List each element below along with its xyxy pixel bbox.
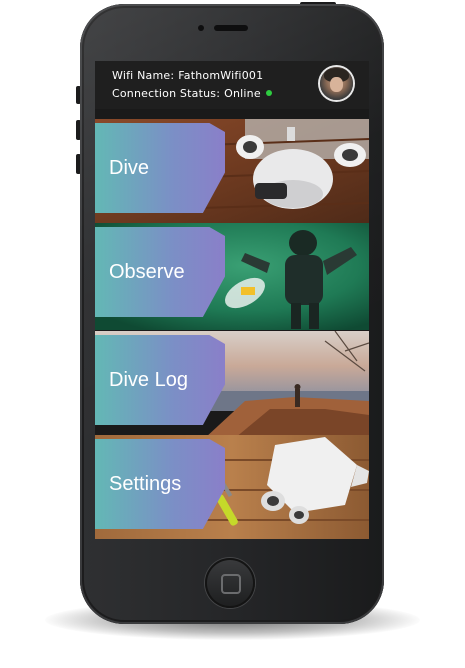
wifi-name-line: Wifi Name: FathomWifi001 (112, 69, 263, 82)
menu-item-settings[interactable]: Settings (95, 435, 369, 539)
home-button-icon (221, 574, 241, 594)
home-button[interactable] (205, 558, 255, 608)
wifi-name-value: FathomWifi001 (178, 69, 264, 82)
connection-header: Wifi Name: FathomWifi001 Connection Statu… (95, 61, 369, 109)
phone-body: Wifi Name: FathomWifi001 Connection Statu… (80, 4, 384, 624)
settings-label: Settings (109, 473, 182, 495)
earpiece-speaker (214, 25, 248, 31)
connection-status-line: Connection Status: Online (112, 87, 272, 100)
menu-item-observe[interactable]: Observe (95, 223, 369, 330)
wifi-name-label: Wifi Name: (112, 69, 175, 82)
menu-item-dive-log[interactable]: Dive Log (95, 331, 369, 438)
menu-item-dive[interactable]: Dive (95, 119, 369, 226)
device-mockup: Wifi Name: FathomWifi001 Connection Statu… (0, 0, 465, 668)
connection-status-label: Connection Status: (112, 87, 221, 100)
avatar[interactable] (320, 67, 353, 100)
observe-label: Observe (109, 261, 185, 283)
online-indicator-icon (265, 90, 272, 96)
front-camera (198, 25, 204, 31)
dive-log-label: Dive Log (109, 369, 188, 391)
app-screen: Wifi Name: FathomWifi001 Connection Statu… (95, 61, 369, 539)
dive-label: Dive (109, 157, 150, 179)
connection-status-value: Online (224, 87, 261, 100)
